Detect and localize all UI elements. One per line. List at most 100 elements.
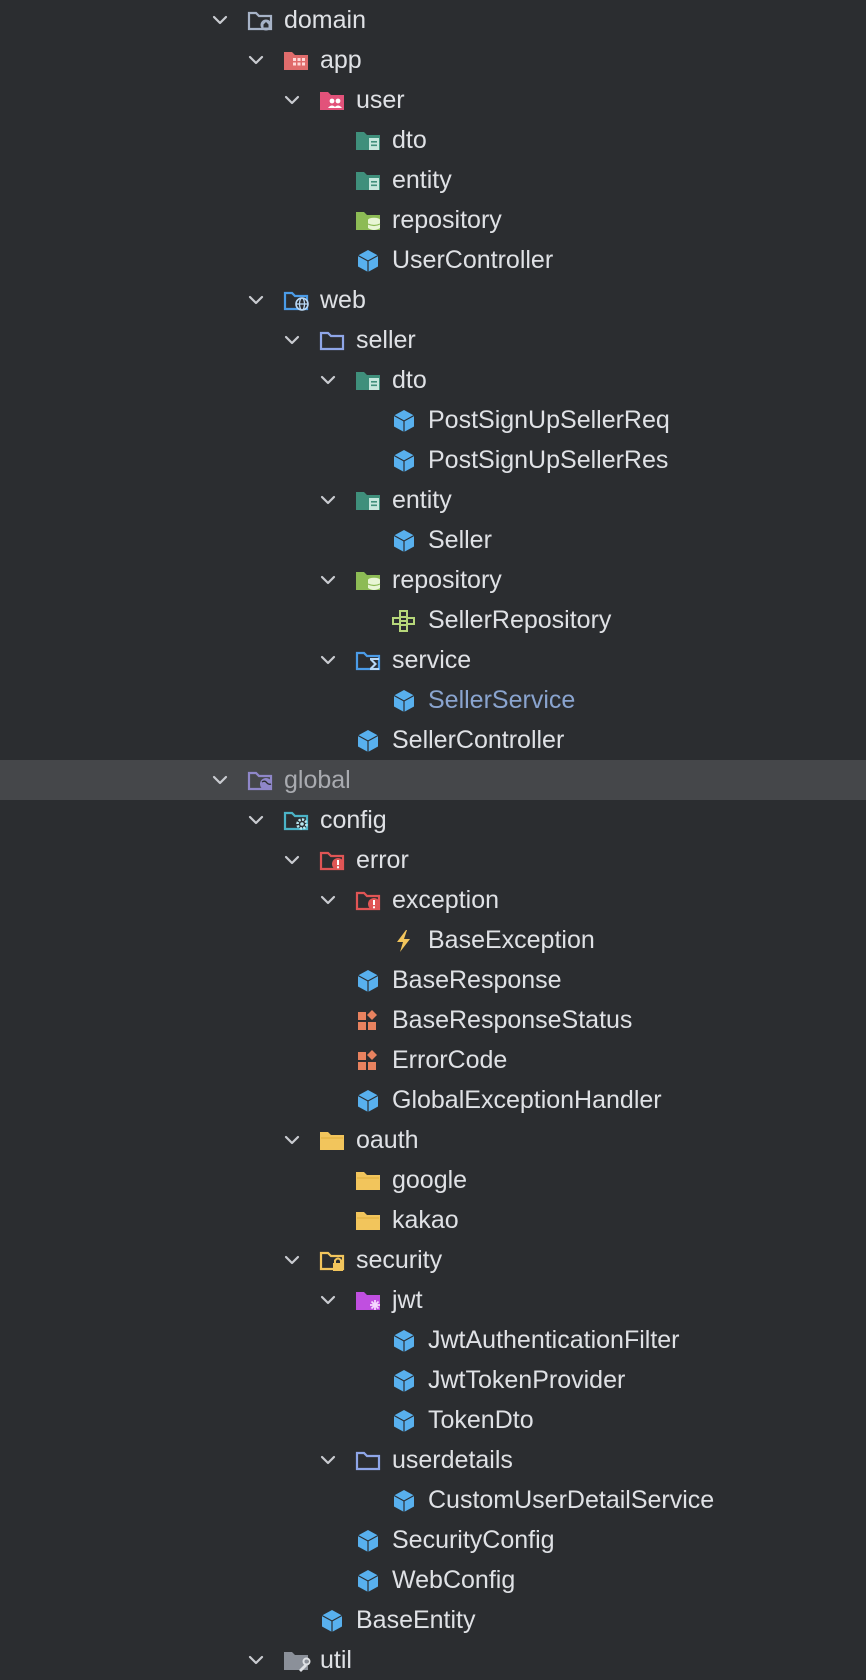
tree-row-label: security [356, 1246, 443, 1274]
class-icon [390, 448, 418, 472]
tree-row-label: jwt [392, 1286, 423, 1314]
tree-row-label: UserController [392, 246, 554, 274]
tree-row-label: BaseResponse [392, 966, 562, 994]
package-root-folder-icon [246, 8, 274, 32]
tree-row-seller-repository-interface[interactable]: SellerRepository [0, 600, 866, 640]
tree-row-config[interactable]: config [0, 800, 866, 840]
tree-row-seller-class[interactable]: Seller [0, 520, 866, 560]
tree-row-user[interactable]: user [0, 80, 866, 120]
util-folder-icon [282, 1648, 311, 1672]
class-icon [354, 1568, 382, 1592]
tree-row-label: dto [392, 126, 427, 154]
service-folder-icon [354, 648, 382, 672]
tree-row-label: JwtAuthenticationFilter [428, 1326, 680, 1354]
tree-row-global[interactable]: global [0, 760, 866, 800]
tree-row-seller-service-folder[interactable]: service [0, 640, 866, 680]
tree-row-user-entity[interactable]: entity [0, 160, 866, 200]
tree-row-label: entity [392, 166, 452, 194]
tree-row-web-config[interactable]: WebConfig [0, 1560, 866, 1600]
chevron-down-icon[interactable] [316, 1440, 340, 1480]
tree-row-post-sign-up-seller-req[interactable]: PostSignUpSellerReq [0, 400, 866, 440]
tree-row-seller-entity[interactable]: entity [0, 480, 866, 520]
tree-row-app[interactable]: app [0, 40, 866, 80]
tree-row-kakao[interactable]: kakao [0, 1200, 866, 1240]
chevron-down-icon[interactable] [244, 40, 268, 80]
tree-row-label: seller [356, 326, 416, 354]
tree-row-label: GlobalExceptionHandler [392, 1086, 662, 1114]
tree-row-security-config[interactable]: SecurityConfig [0, 1520, 866, 1560]
tree-row-error-code[interactable]: ErrorCode [0, 1040, 866, 1080]
chevron-down-icon[interactable] [316, 560, 340, 600]
tree-row-post-sign-up-seller-res[interactable]: PostSignUpSellerRes [0, 440, 866, 480]
tree-row-token-dto[interactable]: TokenDto [0, 1400, 866, 1440]
tree-row-util[interactable]: util [0, 1640, 866, 1680]
tree-row-base-response-status[interactable]: BaseResponseStatus [0, 1000, 866, 1040]
config-folder-icon [282, 808, 310, 832]
tree-row-exception[interactable]: exception [0, 880, 866, 920]
chevron-down-icon[interactable] [208, 760, 232, 800]
chevron-down-icon[interactable] [280, 1240, 304, 1280]
tree-row-label: SecurityConfig [392, 1526, 555, 1554]
chevron-down-icon[interactable] [316, 480, 340, 520]
user-folder-icon [318, 88, 346, 112]
chevron-down-icon[interactable] [244, 280, 268, 320]
chevron-down-icon[interactable] [316, 360, 340, 400]
tree-row-user-controller[interactable]: UserController [0, 240, 866, 280]
tree-row-label: entity [392, 486, 452, 514]
tree-row-seller-controller[interactable]: SellerController [0, 720, 866, 760]
tree-row-error[interactable]: error [0, 840, 866, 880]
chevron-down-icon[interactable] [244, 1640, 268, 1680]
tree-row-base-entity[interactable]: BaseEntity [0, 1600, 866, 1640]
tree-row-global-exception-handler[interactable]: GlobalExceptionHandler [0, 1080, 866, 1120]
tree-row-label: TokenDto [428, 1406, 534, 1434]
repository-folder-icon [354, 568, 382, 592]
tree-row-label: BaseResponseStatus [392, 1006, 633, 1034]
chevron-down-icon[interactable] [316, 880, 340, 920]
tree-row-seller-dto[interactable]: dto [0, 360, 866, 400]
class-icon [390, 1408, 418, 1432]
chevron-down-icon[interactable] [280, 1120, 304, 1160]
tree-row-seller-repository[interactable]: repository [0, 560, 866, 600]
tree-row-domain[interactable]: domain [0, 0, 866, 40]
tree-row-label: WebConfig [392, 1566, 516, 1594]
chevron-down-icon[interactable] [316, 640, 340, 680]
tree-row-user-dto[interactable]: dto [0, 120, 866, 160]
tree-row-seller-service[interactable]: SellerService [0, 680, 866, 720]
tree-row-label: SellerRepository [428, 606, 612, 634]
tree-row-custom-user-detail-service[interactable]: CustomUserDetailService [0, 1480, 866, 1520]
enum-icon [354, 1048, 382, 1072]
jwt-folder-icon [354, 1288, 382, 1312]
exception-icon [390, 928, 418, 952]
chevron-down-icon[interactable] [208, 0, 232, 40]
class-icon [390, 688, 418, 712]
tree-row-web[interactable]: web [0, 280, 866, 320]
chevron-down-icon[interactable] [244, 800, 268, 840]
tree-row-jwt-token-provider[interactable]: JwtTokenProvider [0, 1360, 866, 1400]
tree-row-label: config [320, 806, 387, 834]
class-icon [354, 248, 382, 272]
tree-row-seller[interactable]: seller [0, 320, 866, 360]
tree-row-oauth[interactable]: oauth [0, 1120, 866, 1160]
tree-row-jwt[interactable]: jwt [0, 1280, 866, 1320]
class-icon [318, 1608, 346, 1632]
chevron-down-icon[interactable] [316, 1280, 340, 1320]
tree-row-security[interactable]: security [0, 1240, 866, 1280]
chevron-down-icon[interactable] [280, 840, 304, 880]
tree-row-base-response[interactable]: BaseResponse [0, 960, 866, 1000]
class-icon [354, 1088, 382, 1112]
tree-row-userdetails[interactable]: userdetails [0, 1440, 866, 1480]
chevron-down-icon[interactable] [280, 320, 304, 360]
tree-row-base-exception[interactable]: BaseException [0, 920, 866, 960]
tree-row-label: PostSignUpSellerReq [428, 406, 670, 434]
class-icon [390, 1488, 418, 1512]
tree-row-jwt-authentication-filter[interactable]: JwtAuthenticationFilter [0, 1320, 866, 1360]
tree-row-label: domain [284, 6, 366, 34]
chevron-down-icon[interactable] [280, 80, 304, 120]
tree-row-label: JwtTokenProvider [428, 1366, 626, 1394]
tree-row-google[interactable]: google [0, 1160, 866, 1200]
entity-folder-icon [354, 168, 382, 192]
tree-row-user-repository[interactable]: repository [0, 200, 866, 240]
tree-row-label: app [320, 46, 362, 74]
tree-row-label: repository [392, 566, 502, 594]
tree-row-label: web [320, 286, 366, 314]
